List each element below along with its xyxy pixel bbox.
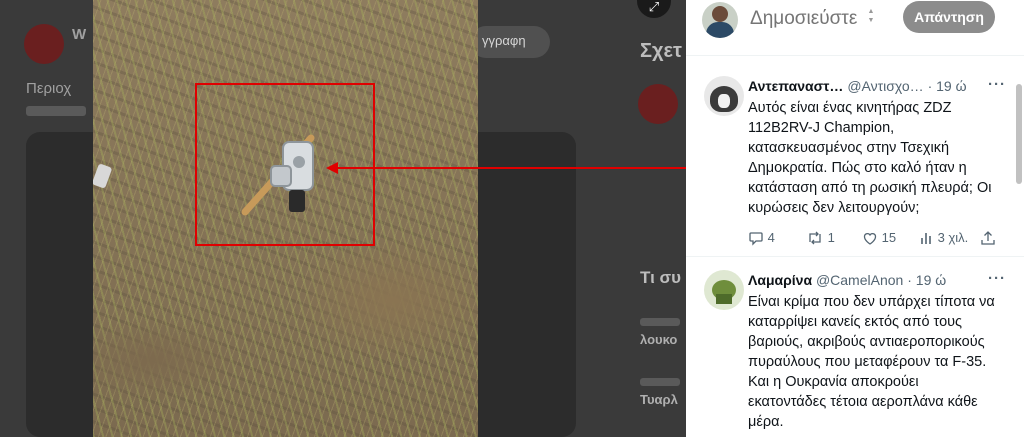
ghost-user-name: W	[72, 26, 87, 43]
reply-action[interactable]: 4	[748, 228, 775, 248]
reply-input[interactable]	[748, 4, 870, 34]
reply-button[interactable]: Απάντηση	[903, 1, 995, 33]
ghost-bar	[640, 318, 680, 326]
avatar[interactable]	[704, 270, 744, 310]
like-count: 15	[881, 230, 897, 245]
timestamp[interactable]: 19 ώ	[936, 78, 966, 94]
views-action[interactable]: 3 χιλ.	[920, 228, 968, 248]
repost-count: 1	[827, 230, 835, 245]
more-dots-icon[interactable]: ···	[988, 270, 1006, 287]
ghost-line-1: Περιοχ	[26, 80, 72, 97]
avatar[interactable]	[704, 76, 744, 116]
ghost-bar	[26, 106, 86, 116]
reply-bubble-icon	[749, 232, 763, 246]
timestamp[interactable]: 19 ώ	[916, 272, 946, 288]
divider	[686, 55, 1024, 56]
ghost-trend-1: λουκο	[640, 332, 678, 347]
ghost-side-heading: Σχετ	[640, 40, 682, 62]
ghost-trend-2: Τυαρλ	[640, 392, 678, 407]
ghost-trends-heading: Τι συ	[640, 268, 682, 287]
ghost-avatar-2	[638, 84, 678, 124]
handle[interactable]: @CamelAnon	[816, 272, 903, 288]
views-count: 3 χιλ.	[937, 230, 969, 245]
tweet-text: Αυτός είναι ένας κινητήρας ZDZ 112B2RV-J…	[748, 100, 992, 216]
tweet-header: Αντεπαναστ… @Αντισχο… · 19 ώ	[748, 78, 998, 94]
ghost-follow-label: γγραφη	[482, 33, 526, 48]
display-name[interactable]: Αντεπαναστ…	[748, 78, 843, 94]
ghost-bar	[640, 378, 680, 386]
like-action[interactable]: 15	[862, 228, 896, 248]
separator-dot: ·	[907, 272, 912, 288]
tweet-actions: 4 1 15 3 χιλ.	[748, 228, 998, 248]
separator-dot: ·	[927, 78, 933, 94]
share-action[interactable]	[980, 228, 996, 248]
handle[interactable]: @Αντισχο…	[847, 78, 923, 94]
tweet-text: Είναι κρίμα που δεν υπάρχει τίποτα να κα…	[748, 294, 995, 430]
repost-action[interactable]: 1	[806, 228, 835, 248]
display-name[interactable]: Λαμαρίνα	[748, 272, 812, 288]
composer-avatar	[702, 2, 738, 38]
more-dots-icon[interactable]: ···	[988, 76, 1006, 93]
repost-icon	[809, 231, 821, 245]
views-chart-icon	[921, 233, 931, 244]
tweet-header: Λαμαρίνα @CamelAnon · 19 ώ	[748, 272, 998, 288]
reply-panel: ▲▼ Απάντηση Αντεπαναστ… @Αντισχο… · 19 ώ…	[686, 0, 1024, 437]
engine-highlight-box	[195, 83, 375, 246]
reply-count: 4	[767, 230, 775, 245]
debris-fragment	[93, 163, 113, 189]
heart-icon	[863, 233, 877, 245]
ghost-avatar	[24, 24, 64, 64]
divider	[686, 256, 1024, 257]
input-spinner-icon[interactable]: ▲ ▼	[866, 7, 876, 25]
share-icon	[981, 231, 995, 245]
scrollbar-thumb[interactable]	[1016, 84, 1022, 184]
